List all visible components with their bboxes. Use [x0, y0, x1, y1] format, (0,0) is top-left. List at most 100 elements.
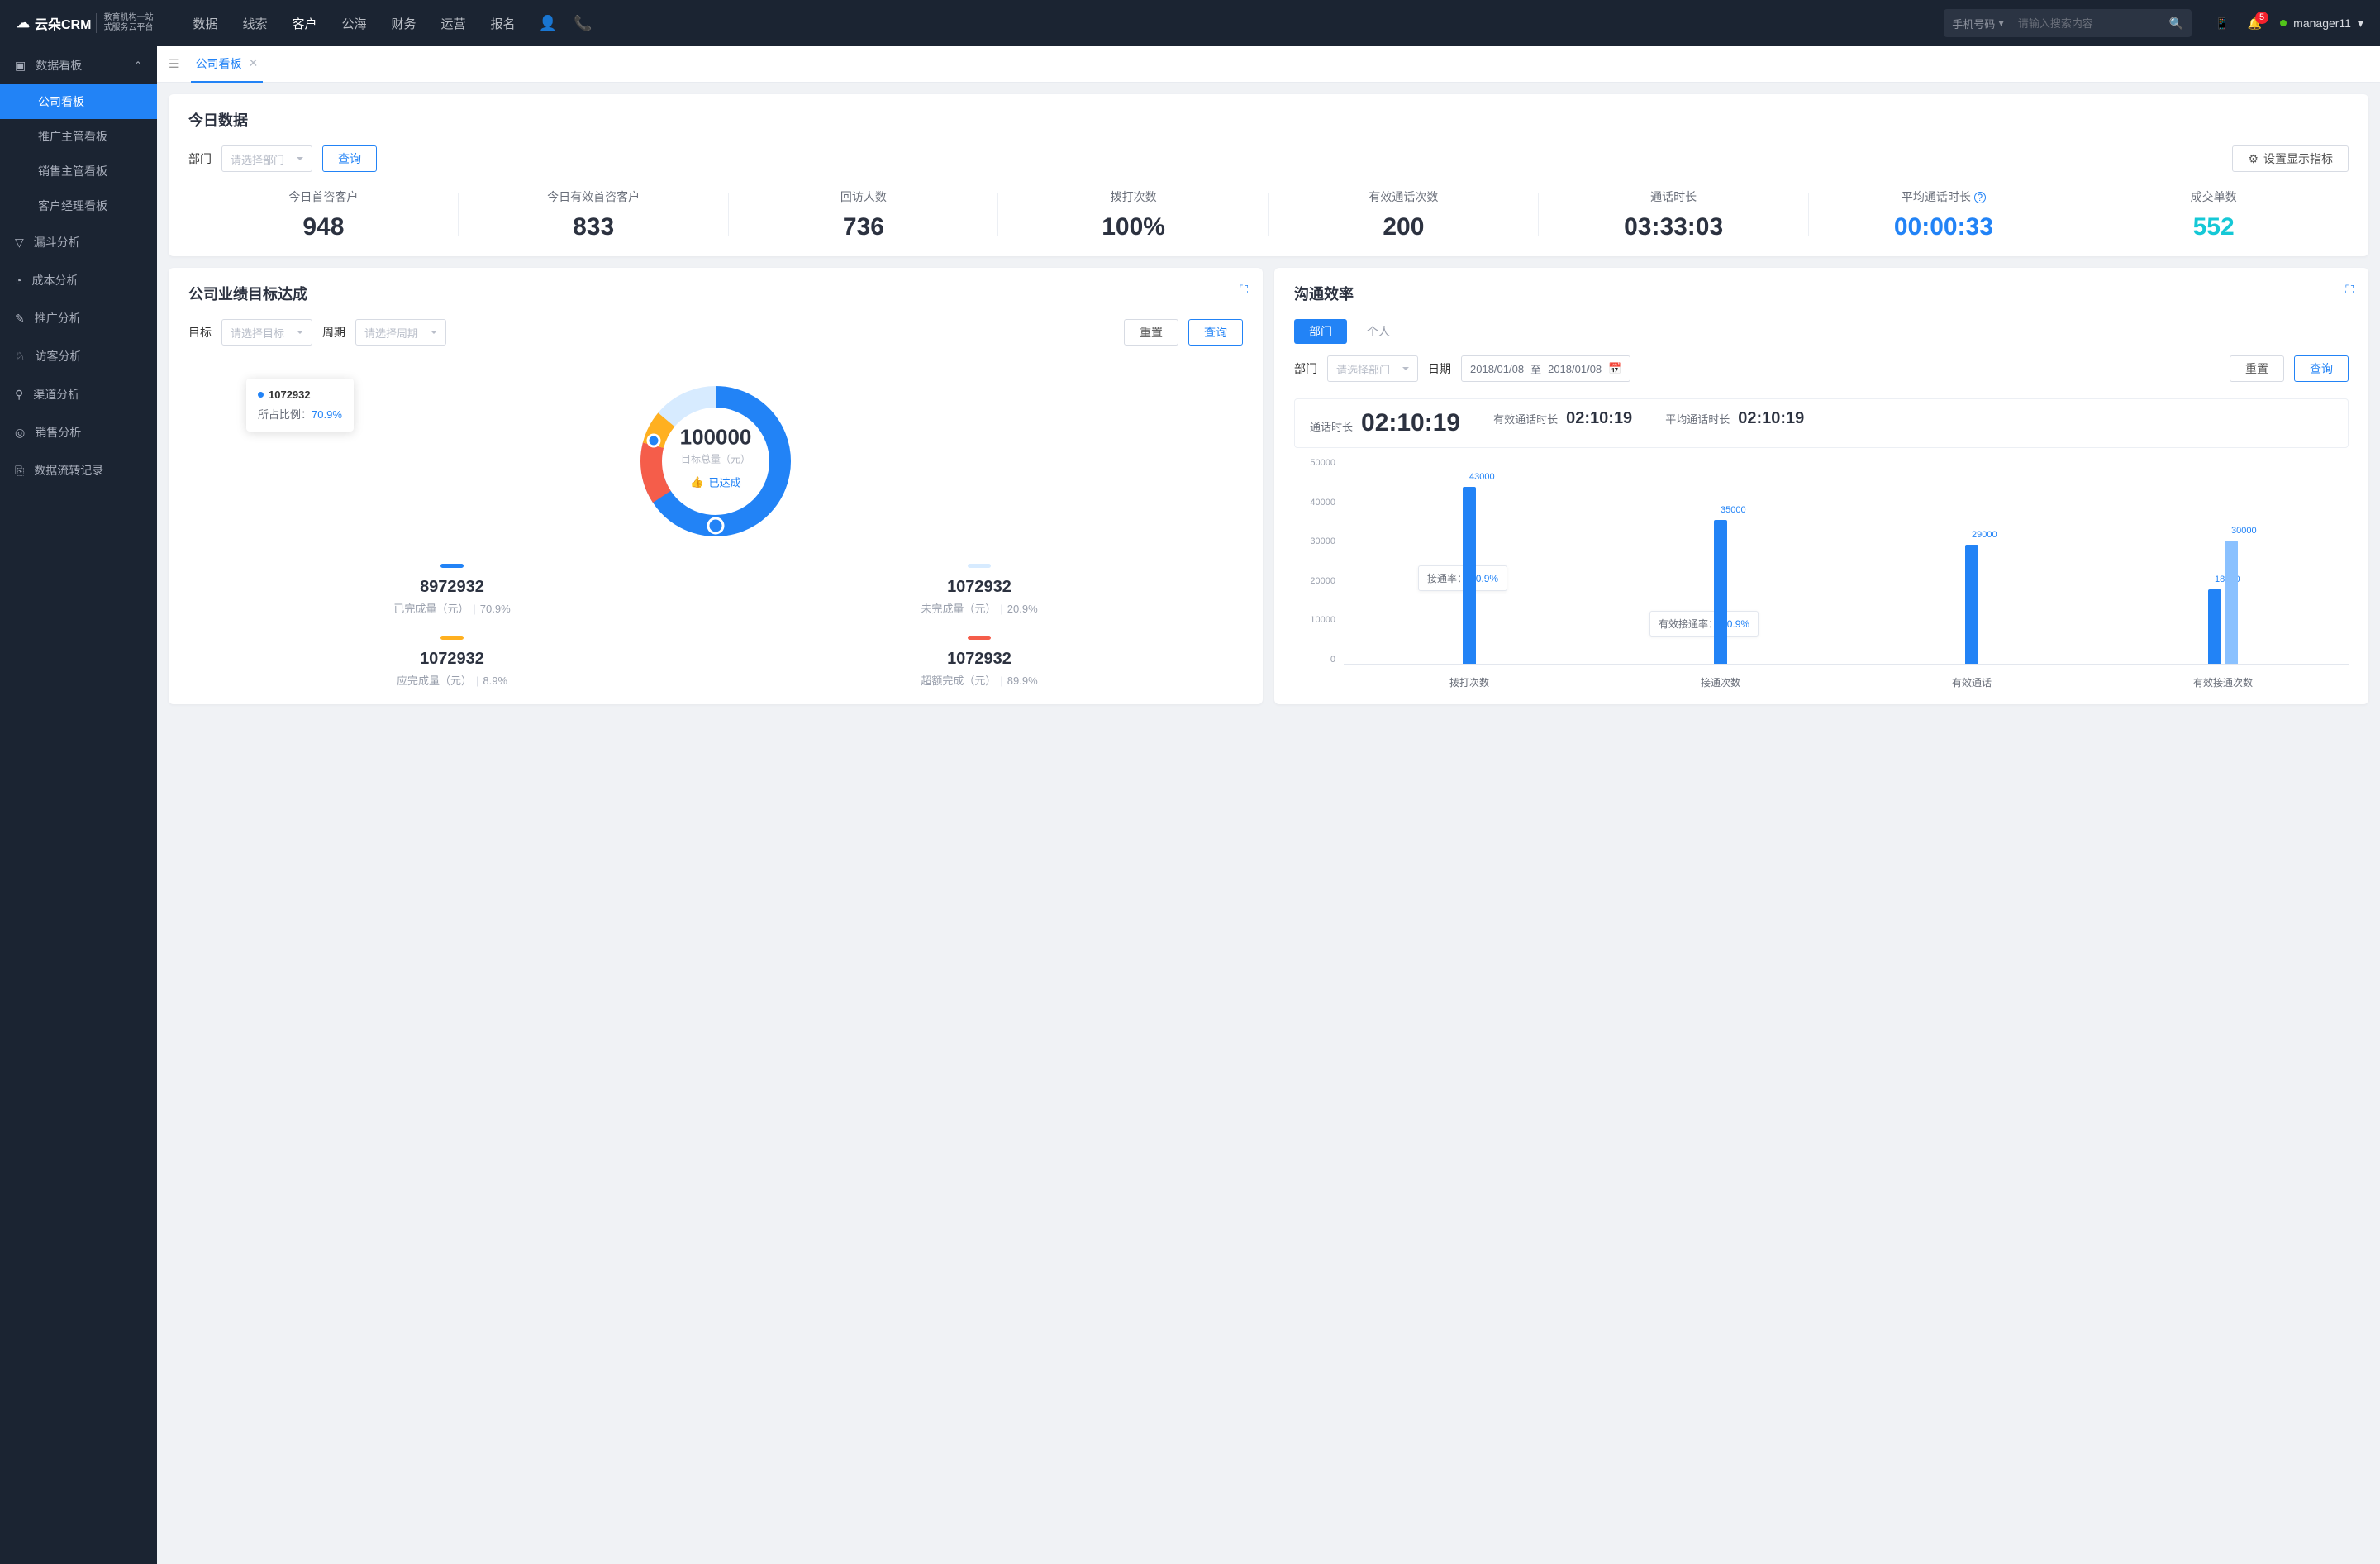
seg-tab-1[interactable]: 个人 [1352, 319, 1405, 344]
search-type-select[interactable]: 手机号码 ▾ [1952, 16, 2011, 31]
select-target[interactable]: 请选择目标 [221, 319, 312, 346]
top-header: ☁ 云朵CRM 教育机构一站 式服务云平台 数据线索客户公海财务运营报名 👤 📞… [0, 0, 2380, 46]
header-right: 📱 🔔 5 manager11 ▾ [2215, 17, 2363, 31]
settings-metrics-button[interactable]: ⚙ 设置显示指标 [2232, 145, 2349, 172]
legend-swatch-icon [440, 636, 464, 640]
nav-item-5[interactable]: 运营 [441, 12, 466, 36]
funnel-icon: ▽ [15, 236, 24, 250]
sidebar-toggle-icon[interactable]: ☰ [169, 57, 179, 71]
bar-chart: 50000400003000020000100000 接通率：70.9% 有效接… [1294, 458, 2349, 689]
metric-value: 552 [2078, 213, 2349, 241]
bar-group-1: 35000 [1595, 458, 1846, 665]
donut-center: 100000 目标总量（元） 👍已达成 [680, 425, 752, 490]
brand-text: 云朵CRM [35, 13, 91, 33]
panel-goal: ⛶ 公司业绩目标达成 目标 请选择目标 周期 请选择周期 重置 查询 10729… [169, 268, 1263, 704]
sidebar-sub-2[interactable]: 销售主管看板 [0, 154, 157, 188]
nav-item-2[interactable]: 客户 [292, 12, 317, 36]
expand-icon[interactable]: ⛶ [2345, 283, 2354, 297]
metric-value: 100% [998, 213, 1269, 241]
notifications[interactable]: 🔔 5 [2248, 17, 2262, 31]
legend-label: 未完成量（元）|20.9% [716, 600, 1243, 616]
select-dept[interactable]: 请选择部门 [221, 145, 312, 172]
device-icon[interactable]: 📱 [2215, 17, 2229, 31]
close-icon[interactable]: ✕ [249, 56, 259, 70]
label-period: 周期 [322, 324, 345, 341]
query-button[interactable]: 查询 [1188, 319, 1243, 346]
dashboard-icon: ▣ [15, 59, 26, 73]
metric-6: 平均通话时长?00:00:33 [1809, 188, 2079, 241]
nav-item-4[interactable]: 财务 [392, 12, 416, 36]
tabbar: ☰ 公司看板 ✕ [157, 46, 2380, 83]
calendar-icon: 📅 [1608, 362, 1621, 375]
user-menu[interactable]: manager11 ▾ [2280, 17, 2363, 31]
date-range-picker[interactable]: 2018/01/08 至 2018/01/08 📅 [1461, 355, 1630, 382]
top-nav: 数据 线索 客户 公海 财务 运营 报名 [193, 12, 515, 36]
sidebar-group-dashboard[interactable]: ▣ 数据看板 ⌃ [0, 46, 157, 84]
tab-company-board[interactable]: 公司看板 ✕ [191, 46, 264, 83]
bar: 35000 [1714, 520, 1727, 664]
sidebar-item-note[interactable]: ✎ 推广分析 [0, 299, 157, 337]
sidebar-sub-3[interactable]: 客户经理看板 [0, 188, 157, 223]
bar: 29000 [1965, 545, 1978, 664]
add-user-icon[interactable]: 👤 [539, 15, 557, 32]
sidebar-item-visitor[interactable]: ♘访客分析 [0, 337, 157, 375]
sidebar-item-sales[interactable]: ◎销售分析 [0, 413, 157, 451]
metric-label: 回访人数 [729, 188, 999, 205]
sidebar-item-label: 成本分析 [31, 272, 78, 288]
metric-4: 有效通话次数200 [1269, 188, 1539, 241]
query-button[interactable]: 查询 [322, 145, 377, 172]
sidebar-item-channel[interactable]: ⚲ 渠道分析 [0, 375, 157, 413]
nav-item-1[interactable]: 线索 [242, 12, 267, 36]
sidebar-item-label: 渠道分析 [33, 386, 79, 403]
metric-1: 今日有效首咨客户833 [459, 188, 729, 241]
x-axis-label: 拨打次数 [1344, 675, 1595, 689]
nav-item-0[interactable]: 数据 [193, 12, 217, 36]
search-icon[interactable]: 🔍 [2169, 17, 2183, 31]
legend-value: 1072932 [188, 650, 716, 669]
legend-label: 超额完成（元）|89.9% [716, 672, 1243, 688]
sidebar-item-flow[interactable]: ⎘数据流转记录 [0, 451, 157, 489]
sidebar-item-label: 数据流转记录 [34, 462, 103, 479]
username: manager11 [2293, 17, 2351, 30]
clock-icon: ◔ [15, 274, 21, 287]
channel-icon: ⚲ [15, 388, 23, 402]
kpi-0: 通话时长02:10:19 [1310, 409, 1460, 437]
query-button[interactable]: 查询 [2294, 355, 2349, 382]
info-icon[interactable]: ? [1974, 192, 1986, 203]
sidebar-item-funnel[interactable]: ▽漏斗分析 [0, 223, 157, 261]
legend-label: 应完成量（元）|8.9% [188, 672, 716, 688]
legend-item-2: 1072932 应完成量（元）|8.9% [188, 636, 716, 688]
sidebar-item-label: 推广分析 [35, 310, 81, 327]
sidebar-sub-1[interactable]: 推广主管看板 [0, 119, 157, 154]
metric-value: 03:33:03 [1539, 213, 1809, 241]
nav-item-3[interactable]: 公海 [342, 12, 367, 36]
legend-swatch-icon [440, 564, 464, 568]
note-icon: ✎ [15, 312, 25, 326]
nav-item-6[interactable]: 报名 [491, 12, 516, 36]
bar-value-label: 29000 [1972, 530, 1997, 540]
expand-icon[interactable]: ⛶ [1240, 283, 1248, 297]
seg-tab-0[interactable]: 部门 [1294, 319, 1347, 344]
metric-7: 成交单数552 [2078, 188, 2349, 241]
metric-label: 今日首咨客户 [188, 188, 459, 205]
phone-icon[interactable]: 📞 [574, 15, 592, 32]
sidebar-group-label: 数据看板 [36, 57, 82, 74]
panel-title-comm: 沟通效率 [1294, 283, 2349, 304]
reset-button[interactable]: 重置 [1124, 319, 1178, 346]
select-period[interactable]: 请选择周期 [355, 319, 446, 346]
kpi-1: 有效通话时长02:10:19 [1493, 409, 1632, 437]
metric-value: 736 [729, 213, 999, 241]
sidebar-sub-0[interactable]: 公司看板 [0, 84, 157, 119]
search-input[interactable] [2018, 17, 2169, 30]
select-dept[interactable]: 请选择部门 [1327, 355, 1418, 382]
legend-item-1: 1072932 未完成量（元）|20.9% [716, 564, 1243, 616]
metric-label: 通话时长 [1539, 188, 1809, 205]
global-search: 手机号码 ▾ 🔍 [1944, 9, 2192, 37]
metric-label: 拨打次数 [998, 188, 1269, 205]
bar-group-0: 43000 [1344, 458, 1595, 665]
metric-value: 833 [459, 213, 729, 241]
sidebar-item-clock[interactable]: ◔ 成本分析 [0, 261, 157, 299]
legend-label: 已完成量（元）|70.9% [188, 600, 716, 616]
reset-button[interactable]: 重置 [2230, 355, 2284, 382]
header-quick-icons: 👤 📞 [539, 15, 593, 32]
